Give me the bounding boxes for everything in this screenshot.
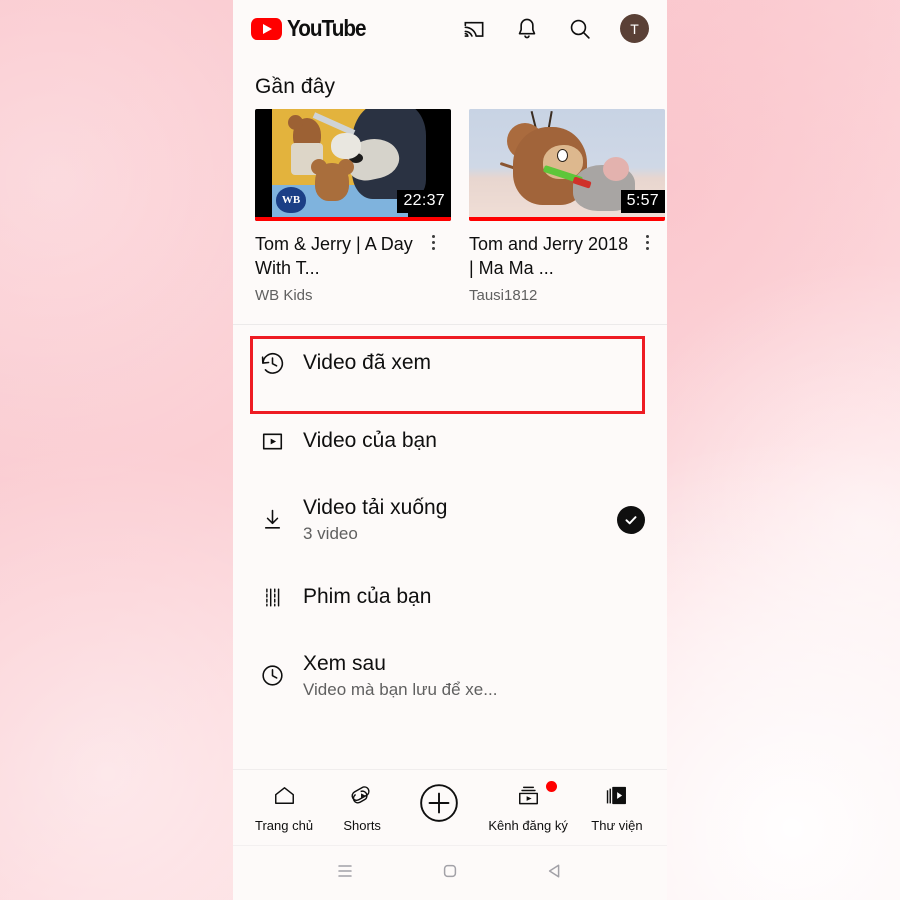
recent-apps-icon[interactable]: [333, 859, 357, 888]
kebab-menu-icon[interactable]: [423, 221, 443, 250]
recent-videos-row: WB 22:37 Tom & Jerry | A Day With T... W…: [233, 109, 667, 304]
video-thumbnail[interactable]: 5:57: [469, 109, 665, 221]
clock-icon: [259, 662, 303, 689]
video-duration: 5:57: [620, 190, 665, 213]
video-card[interactable]: WB 22:37 Tom & Jerry | A Day With T... W…: [255, 109, 451, 304]
video-card[interactable]: 5:57 Tom and Jerry 2018 | Ma Ma ... Taus…: [469, 109, 665, 304]
video-channel[interactable]: Tausi1812: [469, 281, 665, 304]
wb-watermark: WB: [276, 187, 306, 213]
menu-item-trailing: [611, 505, 645, 534]
appbar-actions: T: [461, 14, 649, 43]
create-plus-icon: [418, 782, 460, 829]
video-channel[interactable]: WB Kids: [255, 281, 451, 304]
menu-item-sublabel: 3 video: [303, 524, 358, 544]
bottom-navigation-bar: Trang chủ Shorts Kênh đăng ký Thư viện: [233, 769, 667, 845]
library-icon: [604, 783, 629, 813]
youtube-wordmark: YouTube: [287, 15, 367, 41]
bottom-nav-shorts[interactable]: Shorts: [334, 783, 390, 833]
video-play-box-icon: [259, 428, 303, 455]
bottom-nav-label: Thư viện: [591, 817, 643, 833]
bottom-nav-label: Trang chủ: [255, 817, 314, 833]
home-square-icon[interactable]: [438, 859, 462, 888]
bottom-nav-label: Kênh đăng ký: [488, 817, 568, 833]
menu-item-sublabel: Video mà bạn lưu để xe...: [303, 680, 498, 700]
video-thumbnail[interactable]: WB 22:37: [255, 109, 451, 221]
back-triangle-icon[interactable]: [543, 859, 567, 888]
bottom-nav-library[interactable]: Thư viện: [589, 783, 645, 833]
bell-icon[interactable]: [514, 16, 540, 42]
youtube-logo[interactable]: YouTube: [251, 15, 374, 42]
watch-progress-bar: [469, 217, 665, 221]
cast-icon[interactable]: [461, 16, 487, 42]
avatar[interactable]: T: [620, 14, 649, 43]
video-title[interactable]: Tom & Jerry | A Day With T...: [255, 221, 423, 281]
youtube-play-logo-icon: [251, 17, 282, 40]
video-title[interactable]: Tom and Jerry 2018 | Ma Ma ...: [469, 221, 637, 281]
library-menu: Video đã xem Video của bạn Video tải xuố…: [233, 325, 667, 715]
menu-item-your-videos[interactable]: Video của bạn: [233, 403, 667, 481]
menu-item-label: Video đã xem: [303, 351, 432, 375]
menu-item-your-movies[interactable]: Phim của bạn: [233, 559, 667, 637]
history-clock-icon: [259, 350, 303, 377]
menu-item-label: Video tải xuống: [303, 495, 448, 519]
download-arrow-icon: [259, 506, 303, 533]
menu-item-label: Phim của bạn: [303, 585, 432, 609]
android-system-nav: [233, 845, 667, 900]
shorts-icon: [350, 783, 375, 813]
menu-item-watched-videos[interactable]: Video đã xem: [233, 325, 667, 403]
menu-item-label: Video của bạn: [303, 429, 437, 453]
phone-screen: YouTube T Gần đây WB 22:37 Tom & Jerry |…: [233, 0, 667, 900]
menu-item-downloads[interactable]: Video tải xuống 3 video: [233, 481, 667, 559]
subscriptions-icon: [516, 783, 541, 813]
recent-heading: Gần đây: [255, 75, 336, 98]
check-badge-icon: [617, 505, 645, 534]
notification-dot-badge: [545, 780, 557, 792]
app-bar: YouTube T: [233, 0, 667, 57]
menu-item-watch-later[interactable]: Xem sau Video mà bạn lưu để xe...: [233, 637, 667, 715]
bottom-nav-subscriptions[interactable]: Kênh đăng ký: [488, 780, 568, 833]
bottom-nav-create[interactable]: [411, 782, 467, 834]
film-strip-icon: [259, 584, 303, 611]
bottom-nav-home[interactable]: Trang chủ: [255, 783, 313, 833]
video-duration: 22:37: [397, 190, 451, 213]
home-icon: [272, 783, 297, 813]
kebab-menu-icon[interactable]: [637, 221, 657, 250]
bottom-nav-label: Shorts: [343, 817, 381, 833]
menu-item-label: Xem sau: [303, 651, 386, 675]
watch-progress-bar: [255, 217, 451, 221]
search-icon[interactable]: [567, 16, 593, 42]
